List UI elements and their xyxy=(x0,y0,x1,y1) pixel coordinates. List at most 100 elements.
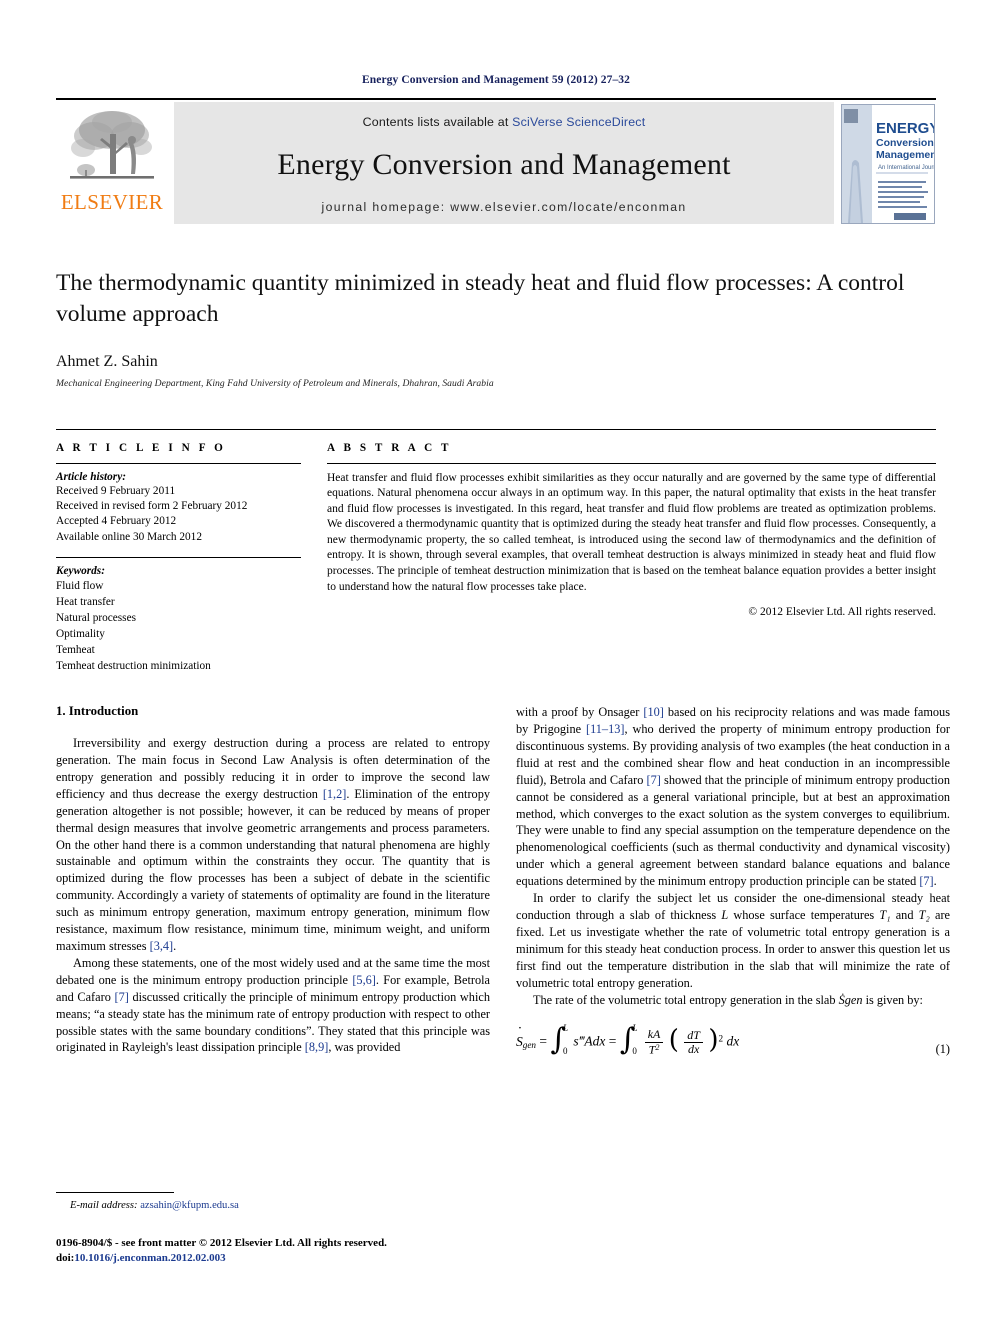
citation-link[interactable]: [11–13] xyxy=(586,722,624,736)
elsevier-tree-icon xyxy=(70,111,154,179)
article-history-item: Available online 30 March 2012 xyxy=(56,530,202,543)
info-abstract-block: A R T I C L E I N F O Article history: R… xyxy=(56,428,936,675)
footer-copyright-line: 0196-8904/$ - see front matter © 2012 El… xyxy=(56,1237,387,1249)
paragraph-text: T₂ xyxy=(918,908,930,922)
left-paren: ( xyxy=(668,1024,679,1055)
elsevier-logo-block: ELSEVIER xyxy=(56,100,168,228)
equation-lhs-symbol: S xyxy=(516,1034,523,1049)
journal-homepage-link[interactable]: journal homepage: www.elsevier.com/locat… xyxy=(322,200,687,214)
article-history-item: Received 9 February 2011 xyxy=(56,484,176,497)
svg-text:Conversion and: Conversion and xyxy=(876,137,935,149)
article-history-item: Received in revised form 2 February 2012 xyxy=(56,499,248,512)
article-info-heading: A R T I C L E I N F O xyxy=(56,441,226,454)
divider xyxy=(327,462,936,464)
citation-link[interactable]: [5,6] xyxy=(352,973,376,987)
paragraph-text: with a proof by Onsager xyxy=(516,705,644,720)
journal-title: Energy Conversion and Management xyxy=(277,147,731,181)
paragraph-text: , was provided xyxy=(328,1040,401,1055)
fraction-dT-over-dx: dT dx xyxy=(684,1028,703,1057)
citation-link[interactable]: [7] xyxy=(114,990,128,1004)
paragraph-text: . xyxy=(933,874,937,889)
exponent-2: 2 xyxy=(718,1033,724,1044)
body-paragraph: In order to clarify the subject let us c… xyxy=(516,890,950,991)
citation-link[interactable]: [10] xyxy=(643,705,664,719)
journal-cover-block: ENERGY Conversion and Management An Inte… xyxy=(840,100,936,228)
citation-link[interactable]: [7] xyxy=(919,874,933,888)
title-area: The thermodynamic quantity minimized in … xyxy=(56,228,936,389)
right-column-paragraphs: with a proof by Onsager [10] based on hi… xyxy=(516,704,950,1008)
running-head: Energy Conversion and Management 59 (201… xyxy=(361,74,630,86)
doi-label: doi: xyxy=(56,1252,75,1265)
keywords-list: Fluid flow Heat transfer Natural processes… xyxy=(56,578,301,674)
contents-available-line: Contents lists available at SciVerse Sci… xyxy=(363,115,646,129)
citation-link[interactable]: [7] xyxy=(647,773,661,787)
article-history-list: Received 9 February 2011 Received in revi… xyxy=(56,484,301,545)
divider xyxy=(56,556,301,558)
paragraph-text: The rate of the volumetric total entropy… xyxy=(533,992,839,1007)
keyword-item: Heat transfer xyxy=(56,595,115,608)
body-paragraph: with a proof by Onsager [10] based on hi… xyxy=(516,704,950,890)
elsevier-wordmark: ELSEVIER xyxy=(60,190,164,214)
contents-prefix: Contents lists available at xyxy=(362,115,513,129)
article-history-label: Article history: xyxy=(56,470,126,483)
masthead-center: Contents lists available at SciVerse Sci… xyxy=(174,102,834,224)
email-link[interactable]: azsahin@kfupm.edu.sa xyxy=(140,1200,239,1211)
right-paren: ) xyxy=(708,1024,719,1055)
email-label: E-mail address: xyxy=(70,1200,138,1211)
abstract-heading: A B S T R A C T xyxy=(327,441,452,454)
body-paragraph: Irreversibility and exergy destruction d… xyxy=(56,735,490,955)
paragraph-text: showed that the principle of minimum ent… xyxy=(516,772,950,889)
abstract-copyright: © 2012 Elsevier Ltd. All rights reserved… xyxy=(748,606,936,619)
equation-1: Sgen = ∫L0 s‴Adx = ∫L0 kA T2 ( dT dx )2 … xyxy=(516,1023,950,1074)
article-info-column: A R T I C L E I N F O Article history: R… xyxy=(56,442,301,675)
citation-link[interactable]: [1,2] xyxy=(323,787,347,801)
sciencedirect-link[interactable]: SciVerse ScienceDirect xyxy=(512,115,645,129)
keyword-item: Temheat xyxy=(56,644,95,657)
email-footnote: E-mail address: azsahin@kfupm.edu.sa xyxy=(56,1200,490,1211)
journal-cover-thumbnail: ENERGY Conversion and Management An Inte… xyxy=(841,104,935,224)
author-name: Ahmet Z. Sahin xyxy=(56,352,158,370)
paragraph-text: . xyxy=(173,939,177,953)
abstract-text: Heat transfer and fluid flow processes e… xyxy=(327,471,936,593)
left-column: 1. Introduction Irreversibility and exer… xyxy=(56,704,490,1074)
paper-page: Energy Conversion and Management 59 (201… xyxy=(0,0,992,1323)
paragraph-text: whose surface temperatures xyxy=(728,908,880,922)
keyword-item: Temheat destruction minimization xyxy=(56,660,211,673)
paragraph-text: T₁ xyxy=(879,908,891,922)
right-column: with a proof by Onsager [10] based on hi… xyxy=(516,704,950,1074)
svg-text:An International Journal: An International Journal xyxy=(878,165,935,171)
integrand-1: s‴Adx xyxy=(573,1033,606,1049)
article-history-item: Accepted 4 February 2012 xyxy=(56,515,177,528)
footnote-block: E-mail address: azsahin@kfupm.edu.sa xyxy=(56,1192,490,1211)
citation-link[interactable]: [3,4] xyxy=(150,939,174,953)
footer-doi-line: doi:10.1016/j.enconman.2012.02.003 xyxy=(56,1251,556,1266)
citation-link[interactable]: [8,9] xyxy=(305,1040,329,1054)
equation-lhs-subscript: gen xyxy=(522,1040,536,1051)
footnote-divider xyxy=(56,1192,174,1193)
equation-equals-2: = xyxy=(608,1033,620,1049)
svg-text:Management: Management xyxy=(876,149,935,161)
body-paragraph: The rate of the volumetric total entropy… xyxy=(516,992,950,1009)
equation-tail: dx xyxy=(726,1033,740,1049)
doi-link[interactable]: 10.1016/j.enconman.2012.02.003 xyxy=(74,1252,225,1264)
paragraph-text: . Elimination of the entropy generation … xyxy=(56,786,491,953)
paragraph-text: Ṡgen xyxy=(838,992,863,1007)
body-columns: 1. Introduction Irreversibility and exer… xyxy=(56,704,950,1074)
left-column-paragraphs: Irreversibility and exergy destruction d… xyxy=(56,735,490,1056)
body-paragraph: Among these statements, one of the most … xyxy=(56,955,490,1056)
divider xyxy=(56,462,301,464)
journal-masthead: ELSEVIER Contents lists available at Sci… xyxy=(56,98,936,228)
author-affiliation: Mechanical Engineering Department, King … xyxy=(56,377,494,389)
page-title: The thermodynamic quantity minimized in … xyxy=(56,270,905,328)
fraction-kA-over-T2: kA T2 xyxy=(644,1027,664,1057)
abstract-column: A B S T R A C T Heat transfer and fluid … xyxy=(327,442,936,675)
svg-text:ENERGY: ENERGY xyxy=(876,120,935,137)
equation-number: (1) xyxy=(935,1042,950,1057)
paragraph-text: is given by: xyxy=(862,992,923,1007)
keyword-item: Optimality xyxy=(56,628,105,641)
keyword-item: Fluid flow xyxy=(56,579,104,592)
equation-equals: = xyxy=(539,1033,551,1049)
keywords-label: Keywords: xyxy=(56,564,105,577)
section-heading-introduction: 1. Introduction xyxy=(56,704,139,719)
page-footer: 0196-8904/$ - see front matter © 2012 El… xyxy=(56,1236,556,1267)
